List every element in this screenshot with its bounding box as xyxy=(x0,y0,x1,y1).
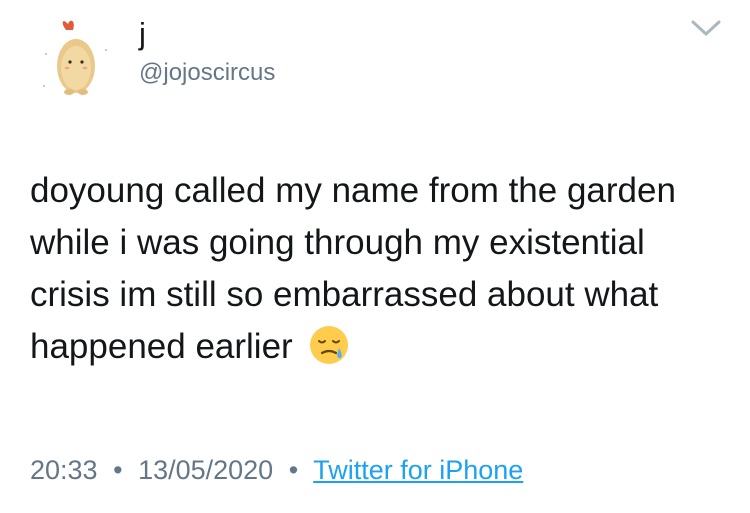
display-name[interactable]: j xyxy=(139,14,146,54)
tweet-meta: 20:33 • 13/05/2020 • Twitter for iPhone xyxy=(30,452,523,488)
user-handle[interactable]: @jojoscircus xyxy=(139,58,275,88)
separator-dot: • xyxy=(288,455,299,485)
tweet-text: doyoung called my name from the garden w… xyxy=(30,165,730,373)
tweet-date: 13/05/2020 xyxy=(138,455,274,485)
sleepy-face-icon xyxy=(308,324,350,366)
tweet-source-link[interactable]: Twitter for iPhone xyxy=(313,455,523,485)
avatar[interactable] xyxy=(30,14,122,106)
ebi-fry-plush-icon xyxy=(30,14,122,106)
tweet-time: 20:33 xyxy=(30,455,98,485)
tweet: j @jojoscircus doyoung called my name fr… xyxy=(0,0,750,513)
tweet-menu-button[interactable] xyxy=(690,18,722,38)
tweet-text-content: doyoung called my name from the garden w… xyxy=(30,171,676,366)
chevron-down-icon xyxy=(691,20,721,36)
separator-dot: • xyxy=(113,455,123,485)
